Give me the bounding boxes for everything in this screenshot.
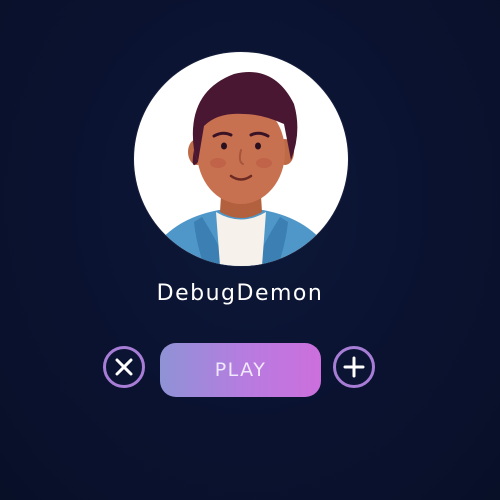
- plus-icon: [343, 356, 365, 378]
- profile-card-screen: DebugDemon PLAY: [0, 0, 500, 500]
- play-button[interactable]: PLAY: [160, 343, 321, 397]
- dismiss-button[interactable]: [103, 346, 145, 388]
- username-label: DebugDemon: [156, 281, 324, 306]
- person-illustration: [144, 72, 338, 266]
- close-icon: [115, 358, 133, 376]
- add-button[interactable]: [333, 346, 375, 388]
- avatar: [134, 52, 348, 266]
